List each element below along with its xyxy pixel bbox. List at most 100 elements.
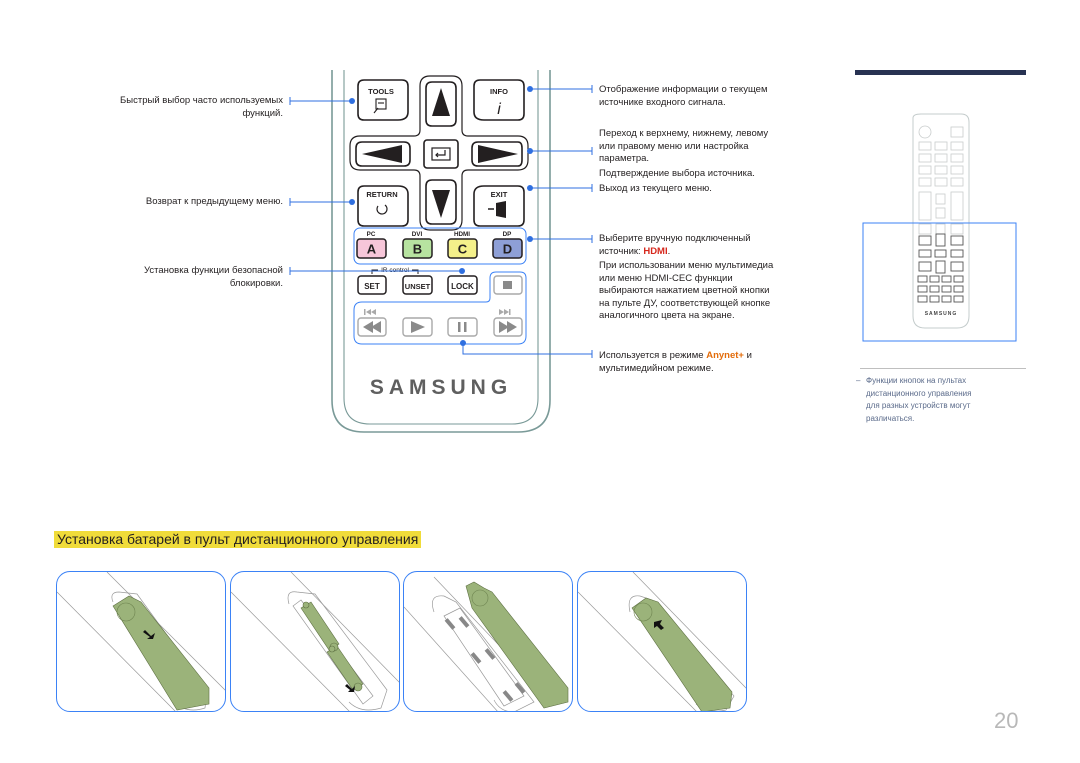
callout-color-prefix: источник: — [599, 245, 644, 257]
info-button[interactable]: INFO i — [473, 79, 525, 121]
anynet-highlight: Anynet+ — [706, 350, 744, 361]
note-line: для разных устройств могут — [866, 401, 971, 410]
down-button[interactable] — [425, 179, 457, 225]
callout-media: Используется в режиме Anynet+ и мультиме… — [599, 350, 829, 375]
battery-cover — [631, 597, 733, 711]
battery-section-title: Установка батарей в пульт дистанционного… — [54, 531, 422, 548]
set-button[interactable]: SET — [357, 275, 387, 295]
info-icon: i — [497, 101, 501, 118]
color-label-pc: PC — [367, 231, 376, 238]
callout-media-line1: Используется в режиме Anynet+ и — [599, 350, 829, 363]
step-3-illustration — [404, 576, 569, 711]
note-dash: – — [856, 376, 861, 385]
callout-lock-line2: блокировки. — [229, 277, 283, 289]
color-key-b[interactable]: B — [402, 238, 433, 259]
right-button[interactable] — [471, 141, 523, 167]
note-line: Функции кнопок на пультах — [866, 376, 967, 385]
callout-color-extra-line: на пульте ДУ, соответствующей кнопке — [599, 297, 771, 309]
lock-button[interactable]: LOCK — [447, 275, 478, 295]
remote-thumbnail: SAMSUNG — [862, 113, 1017, 342]
callout-info: Отображение информации о текущем источни… — [599, 84, 829, 109]
callout-exit-line1: Выход из текущего меню. — [599, 183, 712, 194]
tools-label: TOOLS — [368, 87, 394, 96]
info-label: INFO — [490, 87, 508, 96]
return-button[interactable]: RETURN — [357, 185, 409, 227]
color-key-d[interactable]: D — [492, 238, 523, 259]
color-key-labels: PC DVI HDMI DP — [367, 231, 512, 238]
note-divider — [860, 368, 1026, 369]
exit-label: EXIT — [491, 190, 508, 199]
callout-info-line2: источнике входного сигнала. — [599, 96, 726, 108]
color-key-letter: C — [458, 242, 468, 257]
pause-button[interactable] — [447, 317, 478, 337]
fast-forward-button[interactable] — [493, 317, 523, 337]
enter-button[interactable] — [423, 139, 459, 169]
unset-label: UNSET — [405, 282, 431, 291]
callout-lock: Установка функции безопасной блокировки. — [63, 265, 283, 290]
thumbnail-brand: SAMSUNG — [925, 311, 958, 317]
callout-color-line1: Выберите вручную подключенный — [599, 233, 751, 244]
play-button[interactable] — [402, 317, 433, 337]
callout-color-extra-line: или меню HDMI-CEC функции — [599, 272, 733, 284]
tools-button[interactable]: TOOLS — [357, 79, 409, 121]
callout-color-extra-line: При использовании меню мультимедиа — [599, 260, 774, 271]
callout-arrows-line1: Переход к верхнему, нижнему, левому — [599, 128, 769, 139]
color-key-letter: A — [367, 242, 377, 257]
battery-cover — [465, 581, 569, 709]
batteries — [300, 601, 364, 692]
callout-color-line2: источник: HDMI. — [599, 246, 829, 259]
set-label: SET — [364, 282, 380, 291]
callout-tools-line2: функций. — [242, 107, 283, 119]
battery-step-1 — [56, 571, 226, 712]
battery-step-3 — [403, 571, 573, 712]
callout-color-keys: Выберите вручную подключенный источник: … — [599, 233, 829, 323]
callout-media-suffix: и — [743, 350, 752, 361]
color-label-dvi: DVI — [412, 231, 423, 238]
callout-media-line2: мультимедийном режиме. — [599, 362, 714, 374]
lock-label: LOCK — [451, 282, 474, 291]
callout-media-prefix: Используется в режиме — [599, 350, 707, 361]
callout-return: Возврат к предыдущему меню. — [63, 196, 283, 209]
callout-return-line1: Возврат к предыдущему меню. — [145, 196, 283, 207]
color-key-c[interactable]: C — [447, 238, 478, 259]
callout-exit: Выход из текущего меню. — [599, 183, 829, 196]
exit-button[interactable]: EXIT — [473, 185, 525, 227]
callout-arrows-line3: параметра. — [599, 153, 650, 164]
callout-lock-line1: Установка функции безопасной — [143, 265, 283, 276]
callout-arrows: Переход к верхнему, нижнему, левому или … — [599, 128, 829, 180]
callout-tools-line1: Быстрый выбор часто используемых — [120, 95, 283, 106]
note-line: различаться. — [866, 413, 915, 423]
stop-button[interactable] — [493, 275, 523, 295]
callout-info-line1: Отображение информации о текущем — [599, 84, 768, 95]
header-bar — [855, 70, 1026, 75]
skip-forward-icon — [499, 309, 511, 315]
skip-back-icon — [364, 309, 376, 315]
battery-cover — [112, 595, 210, 711]
rewind-button[interactable] — [357, 317, 387, 337]
color-key-letter: D — [503, 242, 512, 257]
samsung-logo: SAMSUNG — [370, 376, 512, 399]
step-4-illustration — [578, 572, 746, 711]
color-label-dp: DP — [503, 231, 512, 238]
battery-step-4 — [577, 571, 747, 712]
color-label-hdmi: HDMI — [454, 231, 470, 238]
sidebar-note: – Функции кнопок на пультах дистанционно… — [856, 375, 1026, 425]
return-label: RETURN — [366, 190, 397, 199]
callout-color-extra-line: аналогичного цвета на экране. — [599, 310, 735, 321]
callout-tools: Быстрый выбор часто используемых функций… — [63, 95, 283, 120]
callout-color-extra-line: выбираются нажатием цветной кнопки — [599, 285, 770, 296]
color-key-letter: B — [413, 242, 422, 257]
stop-icon — [503, 281, 512, 289]
page-number: 20 — [994, 708, 1019, 733]
color-key-a[interactable]: A — [356, 238, 387, 259]
battery-step-2 — [230, 571, 400, 712]
callout-color-suffix: . — [667, 245, 671, 257]
unset-button[interactable]: UNSET — [402, 275, 433, 295]
note-line: дистанционного управления — [866, 388, 972, 398]
step-2-illustration — [231, 572, 399, 711]
up-button[interactable] — [425, 81, 457, 127]
step-1-illustration — [57, 572, 225, 711]
callout-arrows-line2: или правому меню или настройка — [599, 140, 749, 152]
callout-enter: Подтверждение выбора источника. — [599, 167, 755, 179]
left-button[interactable] — [355, 141, 411, 167]
